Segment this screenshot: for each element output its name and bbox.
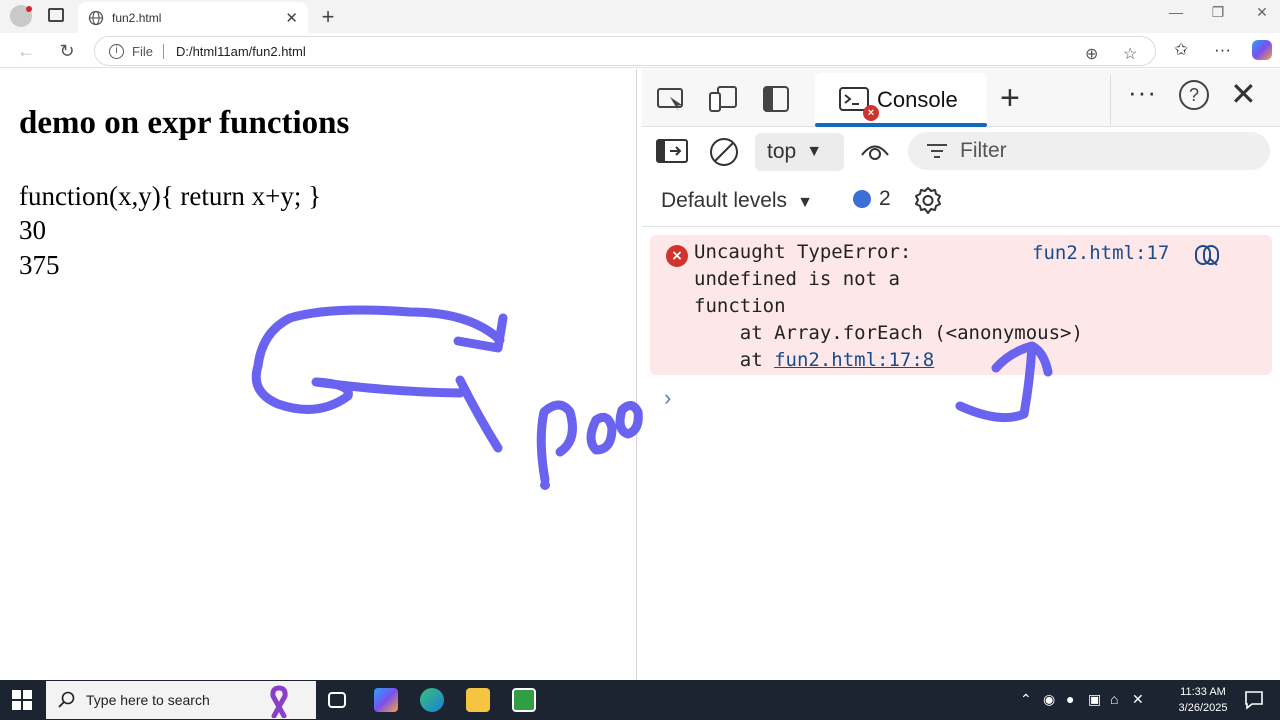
- console-settings-gear-icon[interactable]: [912, 185, 944, 217]
- minimize-icon[interactable]: —: [1156, 4, 1196, 20]
- filter-icon: [927, 144, 947, 158]
- windows-start-icon[interactable]: [12, 690, 32, 710]
- add-tool-icon[interactable]: +: [1000, 79, 1020, 118]
- window-close-icon[interactable]: ✕: [1242, 4, 1280, 21]
- sidebar-toggle-icon[interactable]: [656, 138, 688, 164]
- console-error-message: × Uncaught TypeError: undefined is not a…: [650, 235, 1272, 375]
- stack-frame-2: at fun2.html:17:8: [694, 349, 934, 371]
- live-expression-eye-icon[interactable]: [860, 140, 890, 162]
- error-source-link[interactable]: fun2.html:17: [1032, 242, 1169, 264]
- address-toolbar: ← ↻ i File D:/html11am/fun2.html ⊕ ☆: [0, 33, 1280, 68]
- devtools-close-icon[interactable]: ✕: [1230, 75, 1257, 113]
- system-clock[interactable]: 11:33 AM 3/26/2025: [1172, 684, 1234, 716]
- dock-side-icon[interactable]: [762, 85, 792, 113]
- page-heading: demo on expr functions: [19, 105, 350, 141]
- screen: fun2.html ✕ + — ❐ ✕ ← ↻ i File D:/html11…: [0, 0, 1280, 720]
- taskbar-search-box[interactable]: Type here to search: [46, 681, 316, 719]
- copilot-app-icon[interactable]: [374, 688, 398, 712]
- console-tab-label: Console: [877, 87, 958, 112]
- new-tab-icon[interactable]: +: [316, 4, 340, 30]
- context-select-value: top: [767, 140, 797, 163]
- error-line-1: Uncaught TypeError:: [694, 241, 912, 263]
- task-view-icon[interactable]: [328, 692, 346, 708]
- edge-browser-icon[interactable]: [420, 688, 444, 712]
- network-icon[interactable]: ⌂: [1110, 691, 1118, 707]
- show-hidden-icons-icon[interactable]: ⌃: [1020, 691, 1032, 708]
- console-levels-bar: Default levels ▼ 2: [642, 177, 1280, 227]
- default-levels-dropdown[interactable]: Default levels ▼: [661, 189, 813, 213]
- levels-label: Default levels: [661, 189, 788, 212]
- output-line-2: 30: [19, 215, 46, 245]
- error-line-3: function: [694, 295, 786, 317]
- notepad-plus-icon[interactable]: [512, 688, 536, 712]
- active-tab-indicator: [815, 123, 987, 127]
- output-line-1: function(x,y){ return x+y; }: [19, 181, 322, 211]
- error-badge-icon: ×: [863, 105, 879, 121]
- info-icon[interactable]: i: [109, 43, 124, 59]
- search-icon: [58, 691, 75, 708]
- copilot-icon[interactable]: [1252, 40, 1272, 60]
- tab-title: fun2.html: [112, 10, 162, 25]
- console-toolbar: top ▼ Filter: [642, 128, 1280, 176]
- error-line-2: undefined is not a: [694, 268, 900, 290]
- browser-tab-bar: fun2.html ✕ + — ❐ ✕: [0, 0, 1280, 33]
- clock-time: 11:33 AM: [1180, 686, 1226, 698]
- restore-icon[interactable]: ❐: [1198, 4, 1238, 21]
- stack-frame-prefix: at: [694, 349, 775, 371]
- taskbar: Type here to search ⌃ ◉ ● ▣ ⌂ ✕ 11:33 AM…: [0, 680, 1280, 720]
- output-line-3: 375: [19, 250, 60, 280]
- favorite-star-icon[interactable]: ☆: [1123, 44, 1137, 64]
- record-icon[interactable]: ◉: [1043, 691, 1055, 708]
- more-menu-icon[interactable]: ···: [1214, 40, 1231, 60]
- file-scheme-label: File: [132, 43, 164, 59]
- address-text[interactable]: D:/html11am/fun2.html: [176, 44, 306, 59]
- message-count[interactable]: 2: [853, 187, 891, 211]
- copilot-explain-icon[interactable]: [1193, 243, 1221, 267]
- refresh-icon[interactable]: ↻: [55, 39, 79, 63]
- error-icon: ×: [666, 245, 688, 267]
- context-select[interactable]: top ▼: [755, 133, 844, 171]
- devtools-panel: × Console + ··· ? ✕ top ▼ Filter Default…: [642, 69, 1280, 680]
- notification-center-icon[interactable]: [1244, 690, 1264, 710]
- chevron-down-icon: ▼: [797, 194, 813, 211]
- devtools-more-icon[interactable]: ···: [1128, 77, 1157, 108]
- filter-placeholder: Filter: [960, 139, 1007, 162]
- stack-frame-link[interactable]: fun2.html:17:8: [774, 349, 934, 371]
- clock-date: 3/26/2025: [1178, 702, 1228, 714]
- profile-notification-dot: [26, 6, 32, 12]
- console-prompt-icon[interactable]: ›: [664, 385, 671, 411]
- tab-close-icon[interactable]: ✕: [285, 9, 298, 27]
- awareness-ribbon-icon: [270, 685, 288, 718]
- message-bubble-icon: [853, 190, 871, 208]
- tab-actions-icon[interactable]: [48, 8, 64, 22]
- toolbar-divider: [1110, 75, 1111, 125]
- browser-tab[interactable]: fun2.html ✕: [78, 2, 308, 33]
- zoom-icon[interactable]: ⊕: [1085, 44, 1098, 64]
- volume-muted-icon[interactable]: ✕: [1132, 691, 1144, 708]
- favorites-icon[interactable]: ✩: [1174, 40, 1188, 60]
- stack-frame-1: at Array.forEach (<anonymous>): [694, 322, 1083, 344]
- chevron-down-icon: ▼: [806, 143, 823, 160]
- file-explorer-icon[interactable]: [466, 688, 490, 712]
- message-count-value: 2: [879, 187, 891, 210]
- address-bar[interactable]: i File D:/html11am/fun2.html ⊕ ☆: [94, 36, 1156, 66]
- tab-console[interactable]: × Console: [815, 73, 987, 127]
- back-arrow-icon[interactable]: ←: [14, 39, 38, 63]
- devtools-tab-bar: × Console + ··· ? ✕: [642, 69, 1280, 127]
- inspect-element-icon[interactable]: [656, 85, 686, 113]
- microphone-icon[interactable]: ●: [1066, 691, 1074, 707]
- page-content: demo on expr functions function(x,y){ re…: [0, 69, 637, 680]
- help-icon[interactable]: ?: [1179, 80, 1209, 110]
- search-placeholder: Type here to search: [86, 692, 210, 708]
- filter-input[interactable]: Filter: [908, 132, 1270, 170]
- device-icon[interactable]: ▣: [1088, 691, 1101, 708]
- device-emulation-icon[interactable]: [708, 85, 738, 113]
- clear-console-icon[interactable]: [708, 136, 740, 168]
- globe-icon: [88, 10, 104, 25]
